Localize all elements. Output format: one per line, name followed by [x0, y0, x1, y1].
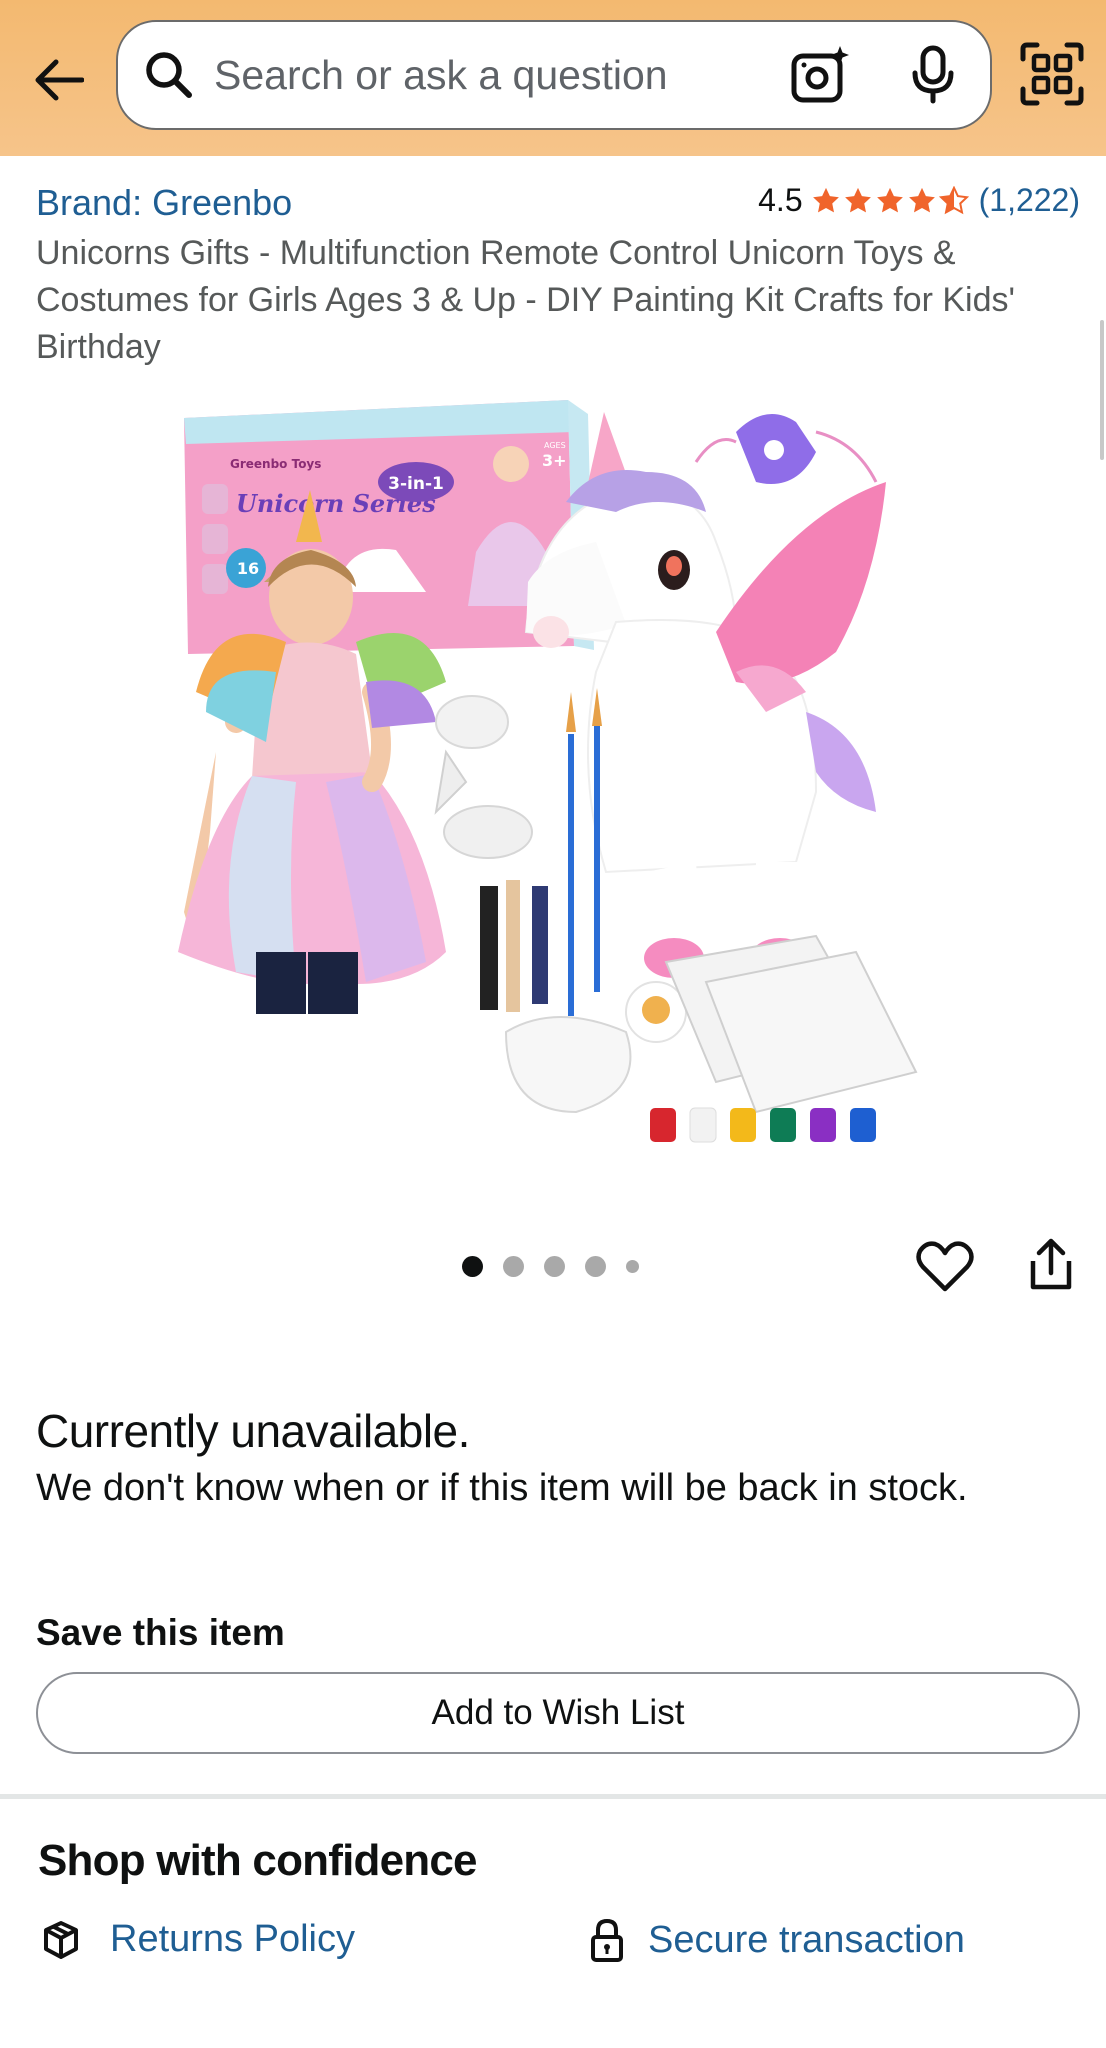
box-badge-text: 3-in-1 — [388, 474, 444, 494]
back-arrow-icon — [35, 59, 84, 101]
product-title: Unicorns Gifts - Multifunction Remote Co… — [36, 234, 1015, 366]
star-icon — [844, 187, 871, 212]
product-image[interactable]: Greenbo Toys Unicorn Series 3-in-1 AGES … — [176, 392, 946, 1152]
save-item-heading: Save this item — [36, 1612, 285, 1653]
returns-policy-link[interactable]: Returns Policy — [40, 1918, 355, 1961]
page-scrollbar[interactable] — [1100, 320, 1104, 460]
camera-sparkle-icon — [791, 46, 849, 103]
unicorn-plush — [524, 412, 886, 978]
section-divider — [0, 1794, 1106, 1799]
favorite-button[interactable] — [914, 1236, 976, 1298]
star-icon — [876, 187, 903, 212]
secure-transaction-link[interactable]: Secure transaction — [590, 1918, 965, 1962]
app-header: Search or ask a question — [0, 0, 1106, 156]
back-button[interactable] — [26, 48, 90, 112]
share-icon — [1030, 1238, 1072, 1290]
add-to-wish-list-button[interactable]: Add to Wish List — [36, 1672, 1080, 1754]
carousel-dot[interactable] — [503, 1256, 524, 1277]
secure-transaction-label[interactable]: Secure transaction — [648, 1919, 965, 1962]
scan-icon — [1020, 42, 1084, 106]
availability-message: We don't know when or if this item will … — [36, 1467, 968, 1509]
returns-policy-label[interactable]: Returns Policy — [110, 1918, 355, 1961]
heart-icon — [916, 1241, 974, 1292]
box-ages-label: AGES — [544, 441, 566, 450]
star-icon — [812, 187, 839, 212]
shop-with-confidence-heading: Shop with confidence — [38, 1836, 477, 1885]
remote-control — [694, 414, 878, 484]
image-carousel-indicator[interactable] — [462, 1256, 639, 1277]
star-icon — [908, 187, 935, 212]
box-ages-value: 3+ — [542, 451, 567, 470]
brand-link[interactable]: Brand: Greenbo — [36, 182, 292, 224]
box-count-text: 16 — [237, 559, 259, 578]
carousel-dot[interactable] — [626, 1260, 639, 1273]
lock-icon — [591, 1918, 623, 1962]
availability-status: Currently unavailable. — [36, 1405, 470, 1457]
carousel-dot[interactable] — [585, 1256, 606, 1277]
search-icon — [146, 52, 192, 98]
search-bar[interactable]: Search or ask a question — [116, 20, 992, 130]
visual-search-button[interactable] — [788, 42, 854, 108]
product-photo: Greenbo Toys Unicorn Series 3-in-1 AGES … — [178, 400, 918, 1143]
star-rating — [811, 185, 969, 216]
carousel-dot[interactable] — [462, 1256, 483, 1277]
package-return-icon — [44, 1920, 78, 1959]
barcode-scan-button[interactable] — [1014, 36, 1090, 112]
search-input[interactable]: Search or ask a question — [214, 52, 668, 99]
review-count-link[interactable]: (1,222) — [979, 182, 1080, 219]
rating-summary[interactable]: 4.5 (1,222) — [758, 182, 1080, 219]
microphone-icon — [912, 45, 954, 104]
carousel-dot[interactable] — [544, 1256, 565, 1277]
half-star-icon — [938, 185, 969, 214]
voice-search-button[interactable] — [900, 42, 966, 108]
share-button[interactable] — [1020, 1234, 1082, 1296]
box-brand-text: Greenbo Toys — [230, 457, 321, 471]
rating-value: 4.5 — [758, 182, 803, 218]
